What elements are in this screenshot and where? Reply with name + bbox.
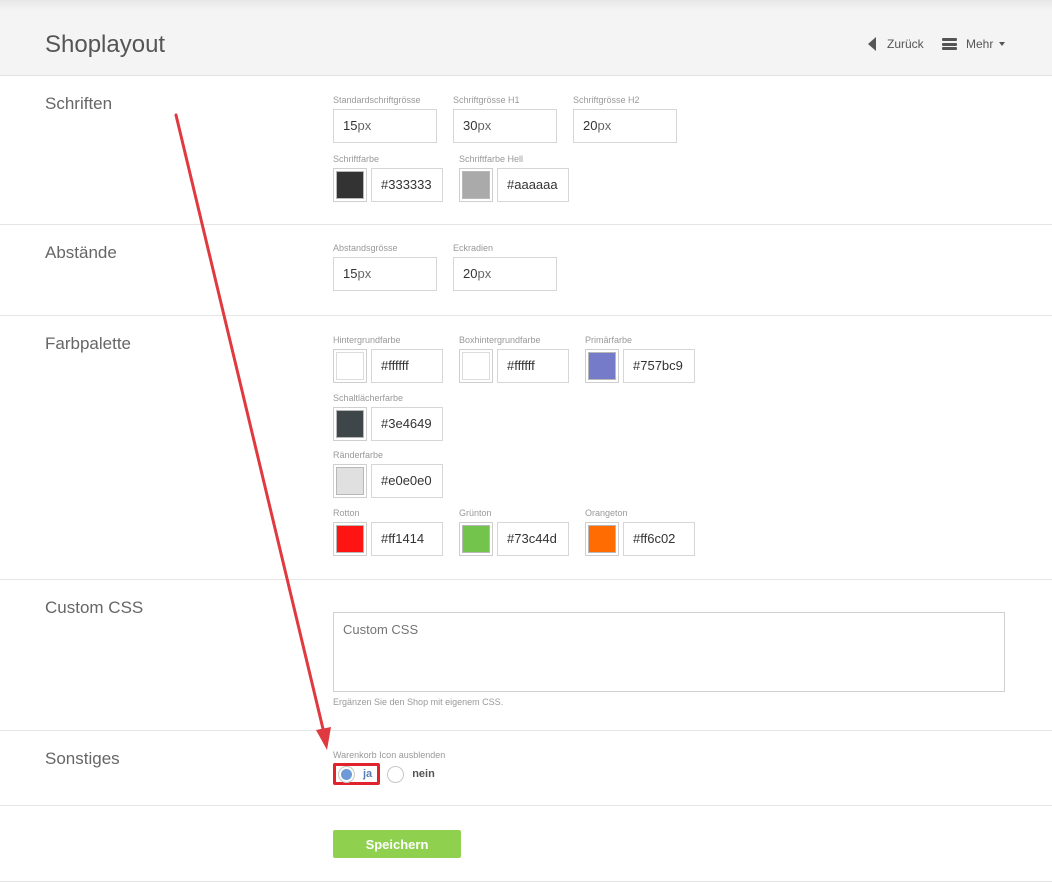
- spacing-input[interactable]: 15px: [333, 257, 437, 291]
- border-color-swatch[interactable]: [333, 464, 367, 498]
- save-button[interactable]: Speichern: [333, 830, 461, 858]
- field-label: Ränderfarbe: [333, 450, 384, 460]
- radius-input[interactable]: 20px: [453, 257, 557, 291]
- radio-highlight[interactable]: ja: [333, 763, 381, 785]
- background-color-swatch[interactable]: [333, 349, 367, 383]
- box-background-color-swatch[interactable]: [459, 349, 493, 383]
- radio-no-label[interactable]: nein: [412, 768, 435, 780]
- radio-yes[interactable]: [338, 765, 355, 783]
- caret-down-icon: [999, 42, 1006, 46]
- section-label: Abstände: [45, 243, 117, 262]
- header-shadow: [0, 0, 1052, 10]
- radio-no[interactable]: [387, 765, 405, 783]
- primary-color-input[interactable]: #757bc9: [623, 349, 695, 383]
- green-color-swatch[interactable]: [459, 522, 493, 556]
- primary-color-swatch[interactable]: [585, 349, 619, 383]
- page-title: Shoplayout: [45, 31, 166, 58]
- green-color-input[interactable]: #73c44d: [497, 522, 569, 556]
- page-header: Shoplayout Zurück Mehr: [0, 0, 1052, 76]
- border-color-field: Ränderfarbe #e0e0e0: [333, 450, 443, 498]
- cart-icon-radio-group: ja nein: [333, 763, 435, 785]
- field-label: Rotton: [333, 508, 360, 518]
- primary-color-field: Primärfarbe #757bc9: [585, 335, 695, 383]
- custom-css-help: Ergänzen Sie den Shop mit eigenem CSS.: [333, 697, 504, 707]
- box-background-color-field: Boxhintergrundfarbe #ffffff: [459, 335, 569, 383]
- bottom-divider: [0, 881, 1052, 882]
- red-color-input[interactable]: #ff1414: [371, 522, 443, 556]
- field-label: Schriftgrösse H2: [573, 95, 640, 105]
- cart-icon-label: Warenkorb Icon ausblenden: [333, 750, 446, 760]
- field-label: Abstandsgrösse: [333, 243, 398, 253]
- radio-yes-label[interactable]: ja: [363, 768, 372, 780]
- standard-font-size-input[interactable]: 15px: [333, 109, 437, 143]
- orange-color-swatch[interactable]: [585, 522, 619, 556]
- orange-color-field: Orangeton #ff6c02: [585, 508, 695, 556]
- h2-font-size-field: Schriftgrösse H2 20px: [573, 95, 677, 143]
- button-color-field: Schaltlächerfarbe #3e4649: [333, 393, 443, 441]
- section-farbpalette: Farbpalette Hintergrundfarbe #ffffff Box…: [0, 316, 1052, 580]
- button-color-input[interactable]: #3e4649: [371, 407, 443, 441]
- font-color-light-field: Schriftfarbe Hell #aaaaaa: [459, 154, 569, 202]
- section-abstaende: Abstände Abstandsgrösse 15px Eckradien 2…: [0, 225, 1052, 316]
- h2-font-size-input[interactable]: 20px: [573, 109, 677, 143]
- font-color-light-swatch[interactable]: [459, 168, 493, 202]
- back-button[interactable]: Zurück: [868, 37, 924, 51]
- box-background-color-input[interactable]: #ffffff: [497, 349, 569, 383]
- section-label: Sonstiges: [45, 749, 120, 768]
- field-label: Hintergrundfarbe: [333, 335, 401, 345]
- h1-font-size-input[interactable]: 30px: [453, 109, 557, 143]
- custom-css-textarea[interactable]: [333, 612, 1005, 692]
- field-label: Standardschriftgrösse: [333, 95, 421, 105]
- border-color-input[interactable]: #e0e0e0: [371, 464, 443, 498]
- font-color-field: Schriftfarbe #333333: [333, 154, 443, 202]
- field-label: Grünton: [459, 508, 492, 518]
- h1-font-size-field: Schriftgrösse H1 30px: [453, 95, 557, 143]
- red-color-field: Rotton #ff1414: [333, 508, 443, 556]
- button-color-swatch[interactable]: [333, 407, 367, 441]
- section-label: Custom CSS: [45, 598, 144, 617]
- orange-color-input[interactable]: #ff6c02: [623, 522, 695, 556]
- background-color-input[interactable]: #ffffff: [371, 349, 443, 383]
- font-color-light-input[interactable]: #aaaaaa: [497, 168, 569, 202]
- field-label: Schaltlächerfarbe: [333, 393, 404, 403]
- field-label: Schriftfarbe Hell: [459, 154, 524, 164]
- more-menu-button[interactable]: Mehr: [942, 37, 1006, 51]
- field-label: Primärfarbe: [585, 335, 633, 345]
- red-color-swatch[interactable]: [333, 522, 367, 556]
- field-label: Schriftfarbe: [333, 154, 380, 164]
- more-label: Mehr: [966, 37, 994, 51]
- menu-icon: [942, 38, 957, 50]
- section-custom-css: Custom CSS Ergänzen Sie den Shop mit eig…: [0, 580, 1052, 731]
- chevron-left-icon: [868, 37, 876, 51]
- section-label: Farbpalette: [45, 334, 131, 353]
- field-label: Boxhintergrundfarbe: [459, 335, 541, 345]
- font-color-input[interactable]: #333333: [371, 168, 443, 202]
- section-sonstiges: Sonstiges Warenkorb Icon ausblenden ja n…: [0, 731, 1052, 806]
- field-label: Eckradien: [453, 243, 494, 253]
- green-color-field: Grünton #73c44d: [459, 508, 569, 556]
- field-label: Schriftgrösse H1: [453, 95, 520, 105]
- field-label: Orangeton: [585, 508, 628, 518]
- standard-font-size-field: Standardschriftgrösse 15px: [333, 95, 437, 143]
- font-color-swatch[interactable]: [333, 168, 367, 202]
- background-color-field: Hintergrundfarbe #ffffff: [333, 335, 443, 383]
- back-label: Zurück: [887, 37, 924, 51]
- section-schriften: Schriften Standardschriftgrösse 15px Sch…: [0, 76, 1052, 225]
- spacing-field: Abstandsgrösse 15px: [333, 243, 437, 291]
- radius-field: Eckradien 20px: [453, 243, 557, 291]
- section-label: Schriften: [45, 94, 113, 113]
